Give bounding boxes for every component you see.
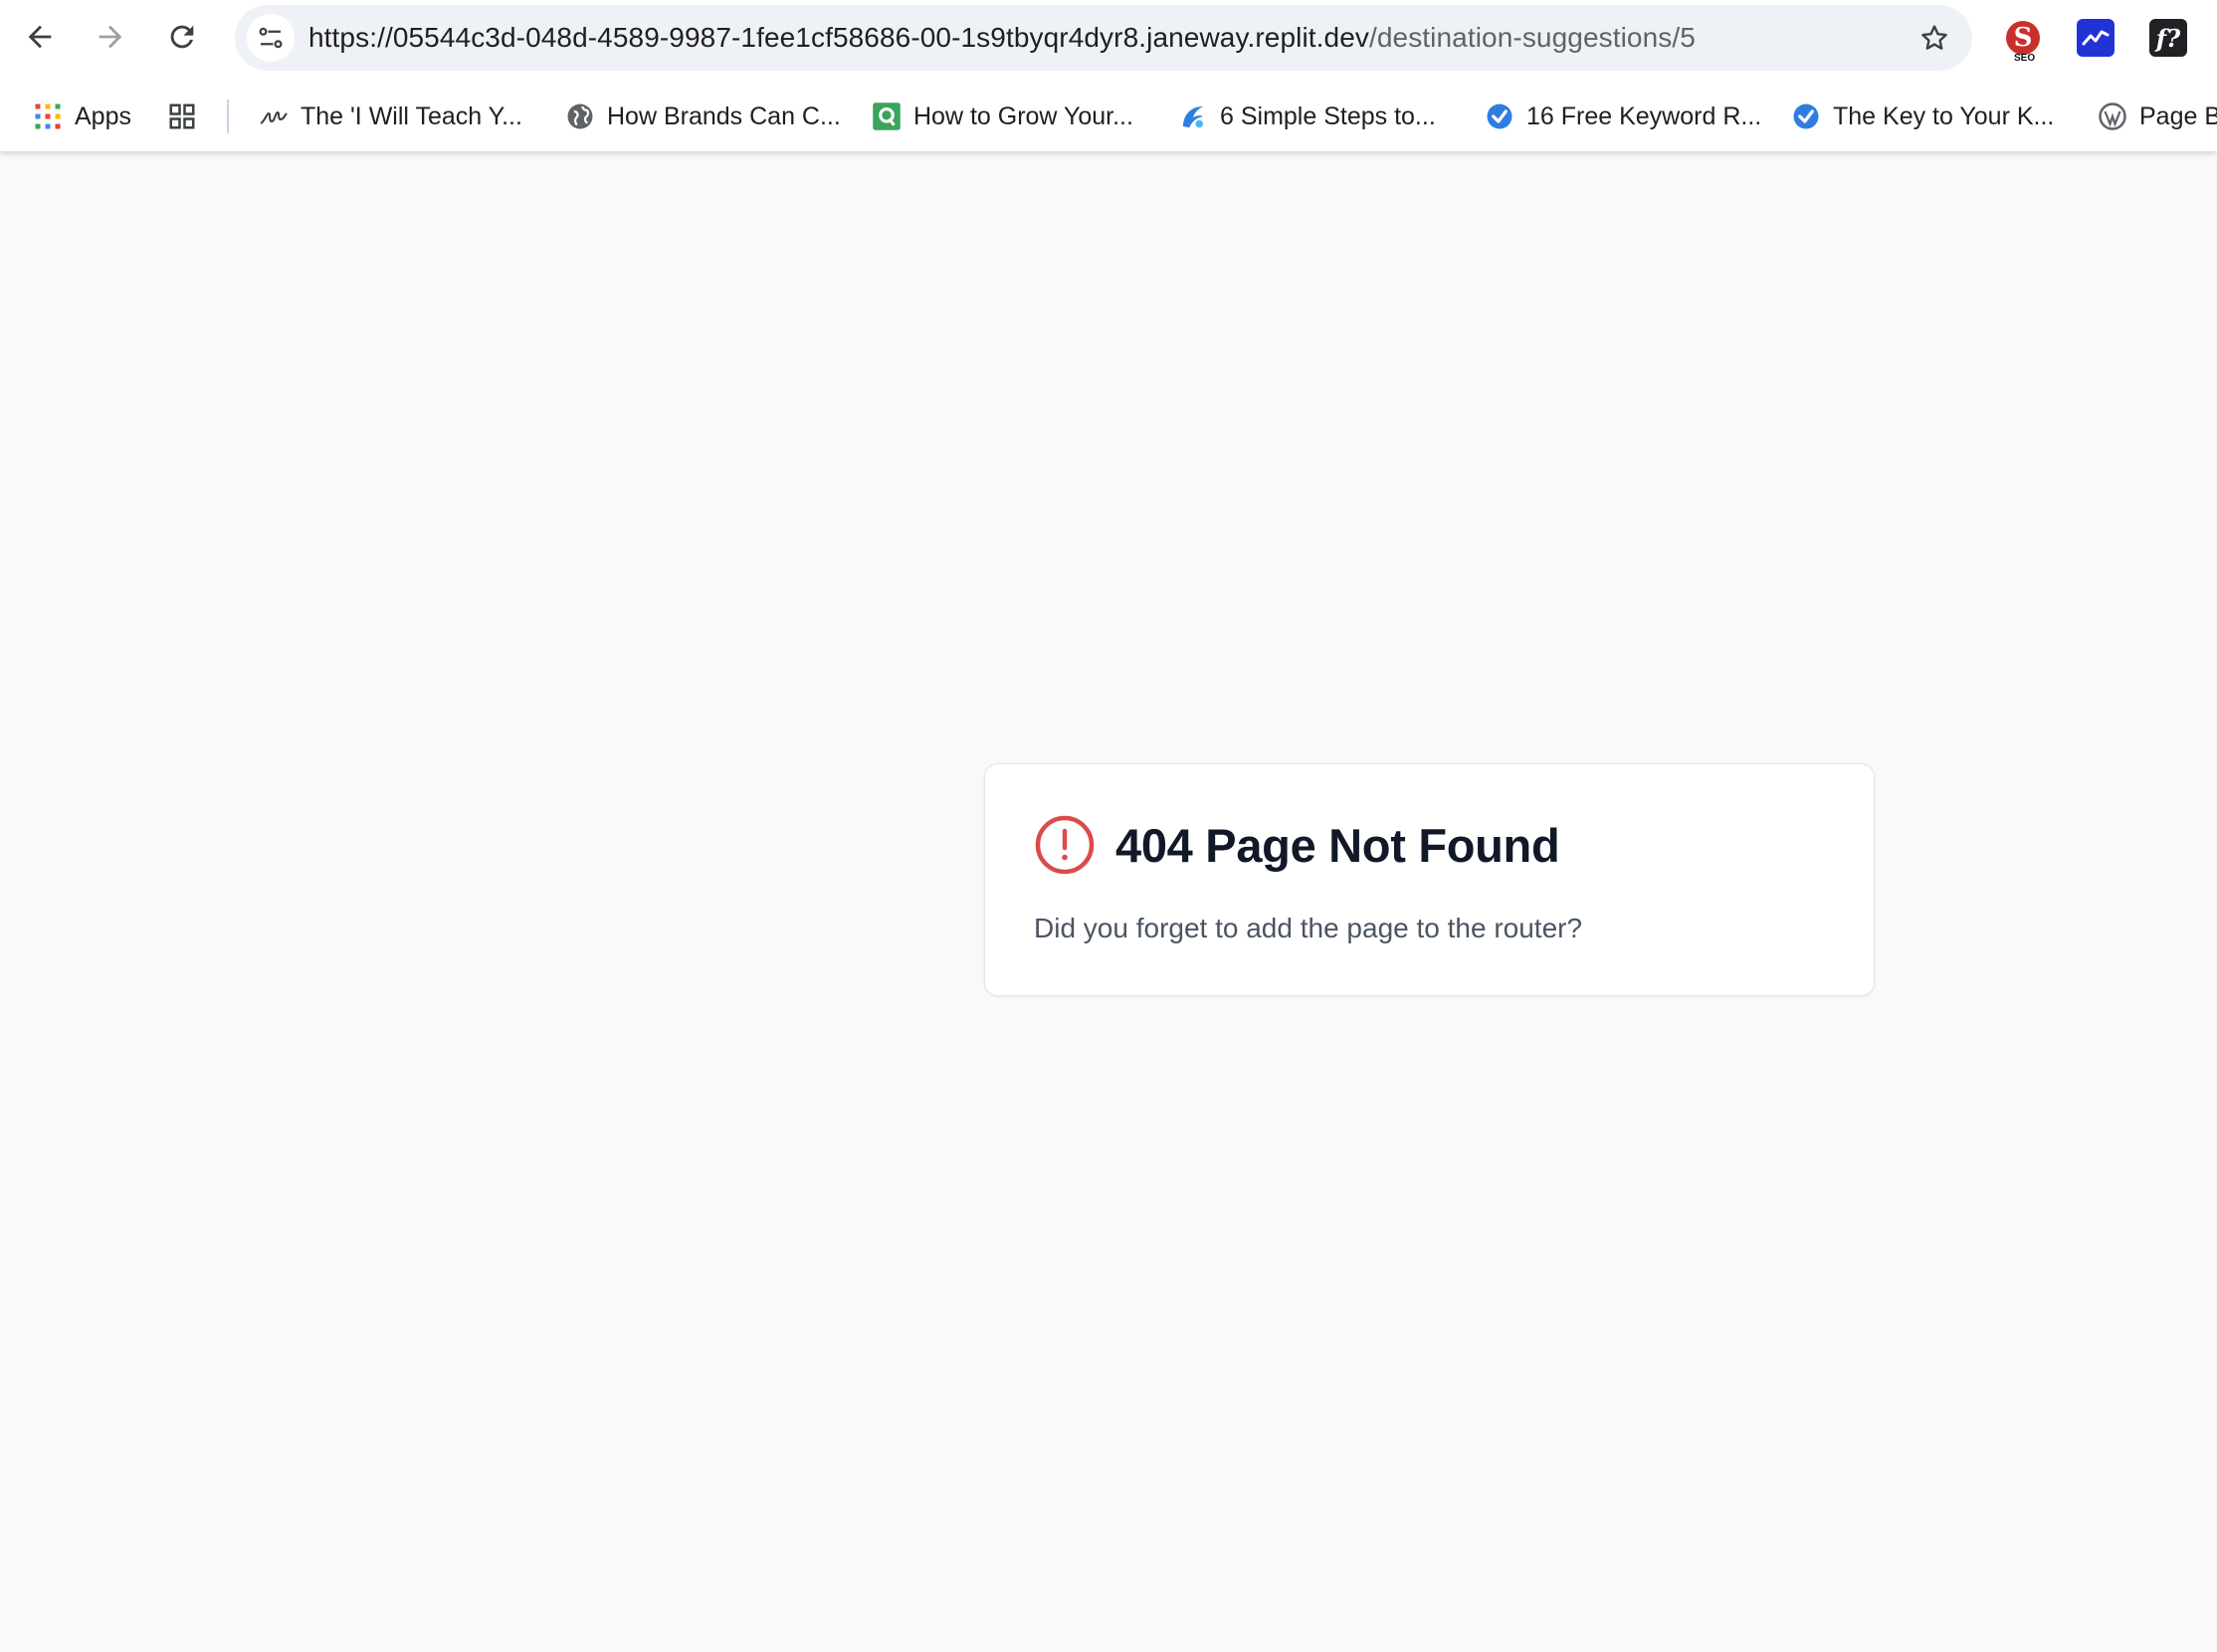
bookmark-label: How to Grow Your... [913, 102, 1133, 130]
site-info-button[interactable] [247, 14, 295, 62]
bookmarks-separator [227, 100, 229, 133]
url-text[interactable]: https://05544c3d-048d-4589-9987-1fee1cf5… [308, 5, 1696, 71]
url-path: /destination-suggestions/5 [1368, 22, 1696, 53]
forward-arrow-icon [99, 25, 122, 49]
tab-groups-icon [167, 102, 197, 131]
not-found-card: 404 Page Not Found Did you forget to add… [984, 763, 1875, 996]
trend-extension-icon[interactable] [2077, 19, 2115, 57]
bookmark-item[interactable]: Page B [2098, 92, 2217, 141]
fx-extension-label: f? [2155, 23, 2181, 53]
alert-circle-icon [1034, 814, 1096, 876]
bookmark-item[interactable]: 16 Free Keyword R... [1485, 92, 1761, 141]
bookmark-label: How Brands Can C... [607, 102, 841, 130]
q-green-icon [872, 102, 902, 131]
bookmark-item[interactable]: 6 Simple Steps to... [1178, 92, 1436, 141]
url-base: https://05544c3d-048d-4589-9987-1fee1cf5… [308, 22, 1369, 53]
tune-icon [259, 27, 283, 49]
seo-extension-tag: SEO [2014, 53, 2036, 64]
bookmark-item[interactable]: How Brands Can C... [565, 92, 841, 141]
verified-check-icon [1485, 102, 1514, 131]
star-icon [1921, 25, 1947, 50]
globe-icon [565, 102, 595, 131]
bookmark-item[interactable]: The 'I Will Teach Y... [259, 92, 522, 141]
bookmark-apps[interactable]: Apps [33, 92, 131, 141]
swirl-blue-icon [1178, 102, 1208, 131]
bookmarks-bar: Apps The 'I Will Teach Y... How Brands C… [0, 92, 2217, 141]
bookmark-item[interactable]: How to Grow Your... [872, 92, 1133, 141]
verified-check-icon [1791, 102, 1821, 131]
not-found-header: 404 Page Not Found [1034, 814, 1560, 876]
bookmark-label: Page B [2139, 102, 2217, 130]
browser-chrome: https://05544c3d-048d-4589-9987-1fee1cf5… [0, 0, 2217, 151]
bookmark-star-button[interactable] [1911, 14, 1958, 62]
browser-toolbar: https://05544c3d-048d-4589-9987-1fee1cf5… [0, 0, 2217, 76]
seo-extension-icon[interactable]: S SEO [2004, 19, 2042, 64]
error-message: Did you forget to add the page to the ro… [1034, 913, 1583, 943]
bookmark-label: 16 Free Keyword R... [1526, 102, 1762, 130]
reload-icon [170, 25, 194, 49]
fx-extension-icon[interactable]: f? [2149, 19, 2187, 57]
back-arrow-icon [28, 25, 52, 49]
forward-button[interactable] [84, 10, 137, 64]
page-title: 404 Page Not Found [1115, 818, 1560, 872]
bookmark-apps-label: Apps [75, 102, 131, 130]
bookmark-item[interactable]: The Key to Your K... [1791, 92, 2054, 141]
bookmark-label: The Key to Your K... [1833, 102, 2055, 130]
tab-groups-button[interactable] [167, 92, 209, 141]
address-bar[interactable]: https://05544c3d-048d-4589-9987-1fee1cf5… [235, 5, 1972, 71]
wordpress-icon [2098, 102, 2127, 131]
back-button[interactable] [13, 10, 67, 64]
reload-button[interactable] [155, 10, 209, 64]
bookmark-label: The 'I Will Teach Y... [301, 102, 522, 130]
signature-icon [259, 102, 289, 131]
bookmark-label: 6 Simple Steps to... [1220, 102, 1436, 130]
apps-grid-icon [33, 102, 63, 131]
